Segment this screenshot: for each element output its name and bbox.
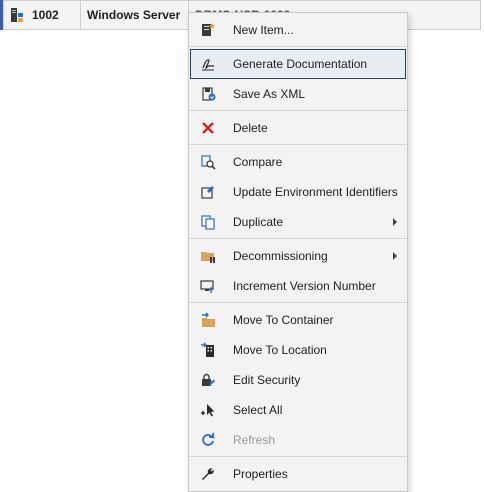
menu-item-select-all[interactable]: Select All bbox=[190, 395, 406, 425]
menu-separator bbox=[189, 144, 407, 145]
submenu-arrow-icon bbox=[393, 252, 397, 260]
new-item-icon bbox=[200, 22, 216, 38]
duplicate-icon bbox=[200, 214, 216, 230]
menu-separator bbox=[189, 110, 407, 111]
wrench-icon bbox=[200, 466, 216, 482]
cell-os-text: Windows Server bbox=[87, 8, 181, 22]
menu-item-save-as-xml[interactable]: Save As XML bbox=[190, 79, 406, 109]
select-all-icon bbox=[200, 402, 216, 418]
menu-item-move-to-container[interactable]: Move To Container bbox=[190, 305, 406, 335]
menu-item-label: Decommissioning bbox=[233, 249, 328, 263]
submenu-arrow-icon bbox=[393, 218, 397, 226]
menu-item-label: Move To Container bbox=[233, 313, 334, 327]
menu-separator bbox=[189, 238, 407, 239]
menu-item-duplicate[interactable]: Duplicate bbox=[190, 207, 406, 237]
menu-item-properties[interactable]: Properties bbox=[190, 459, 406, 489]
menu-item-label: Delete bbox=[233, 121, 268, 135]
menu-separator bbox=[189, 46, 407, 47]
signature-icon bbox=[200, 56, 216, 72]
menu-item-edit-security[interactable]: Edit Security bbox=[190, 365, 406, 395]
menu-item-label: New Item... bbox=[233, 23, 294, 37]
move-container-icon bbox=[200, 312, 216, 328]
menu-item-new-item[interactable]: New Item... bbox=[190, 15, 406, 45]
decommission-icon bbox=[200, 248, 216, 264]
menu-item-label: Edit Security bbox=[233, 373, 301, 387]
menu-item-increment-version-number[interactable]: Increment Version Number bbox=[190, 271, 406, 301]
menu-item-label: Compare bbox=[233, 155, 283, 169]
menu-item-label: Properties bbox=[233, 467, 288, 481]
menu-item-label: Move To Location bbox=[233, 343, 327, 357]
menu-separator bbox=[189, 302, 407, 303]
menu-item-update-environment-identifiers[interactable]: Update Environment Identifiers bbox=[190, 177, 406, 207]
delete-icon bbox=[200, 120, 216, 136]
menu-item-move-to-location[interactable]: Move To Location bbox=[190, 335, 406, 365]
move-location-icon bbox=[200, 342, 216, 358]
menu-item-label: Increment Version Number bbox=[233, 279, 376, 293]
cell-id[interactable]: 1002 bbox=[3, 0, 81, 30]
menu-item-generate-documentation[interactable]: Generate Documentation bbox=[190, 49, 406, 79]
menu-item-label: Update Environment Identifiers bbox=[233, 185, 398, 199]
menu-item-refresh[interactable]: Refresh bbox=[190, 425, 406, 455]
compare-icon bbox=[200, 154, 216, 170]
menu-item-label: Select All bbox=[233, 403, 283, 417]
refresh-icon bbox=[200, 432, 216, 448]
save-xml-icon bbox=[200, 86, 216, 102]
menu-item-compare[interactable]: Compare bbox=[190, 147, 406, 177]
menu-item-label: Generate Documentation bbox=[233, 57, 368, 71]
cell-os[interactable]: Windows Server bbox=[81, 0, 189, 30]
menu-item-label: Save As XML bbox=[233, 87, 306, 101]
menu-item-decommissioning[interactable]: Decommissioning bbox=[190, 241, 406, 271]
menu-separator bbox=[189, 456, 407, 457]
context-menu: New Item... Generate Documentation Save … bbox=[188, 12, 408, 492]
edit-security-icon bbox=[200, 372, 216, 388]
cell-id-text: 1002 bbox=[32, 8, 59, 22]
menu-item-label: Refresh bbox=[233, 433, 276, 447]
increment-version-icon bbox=[200, 278, 216, 294]
menu-item-label: Duplicate bbox=[233, 215, 284, 229]
update-identifiers-icon bbox=[200, 184, 216, 200]
menu-item-delete[interactable]: Delete bbox=[190, 113, 406, 143]
server-icon bbox=[11, 8, 23, 22]
